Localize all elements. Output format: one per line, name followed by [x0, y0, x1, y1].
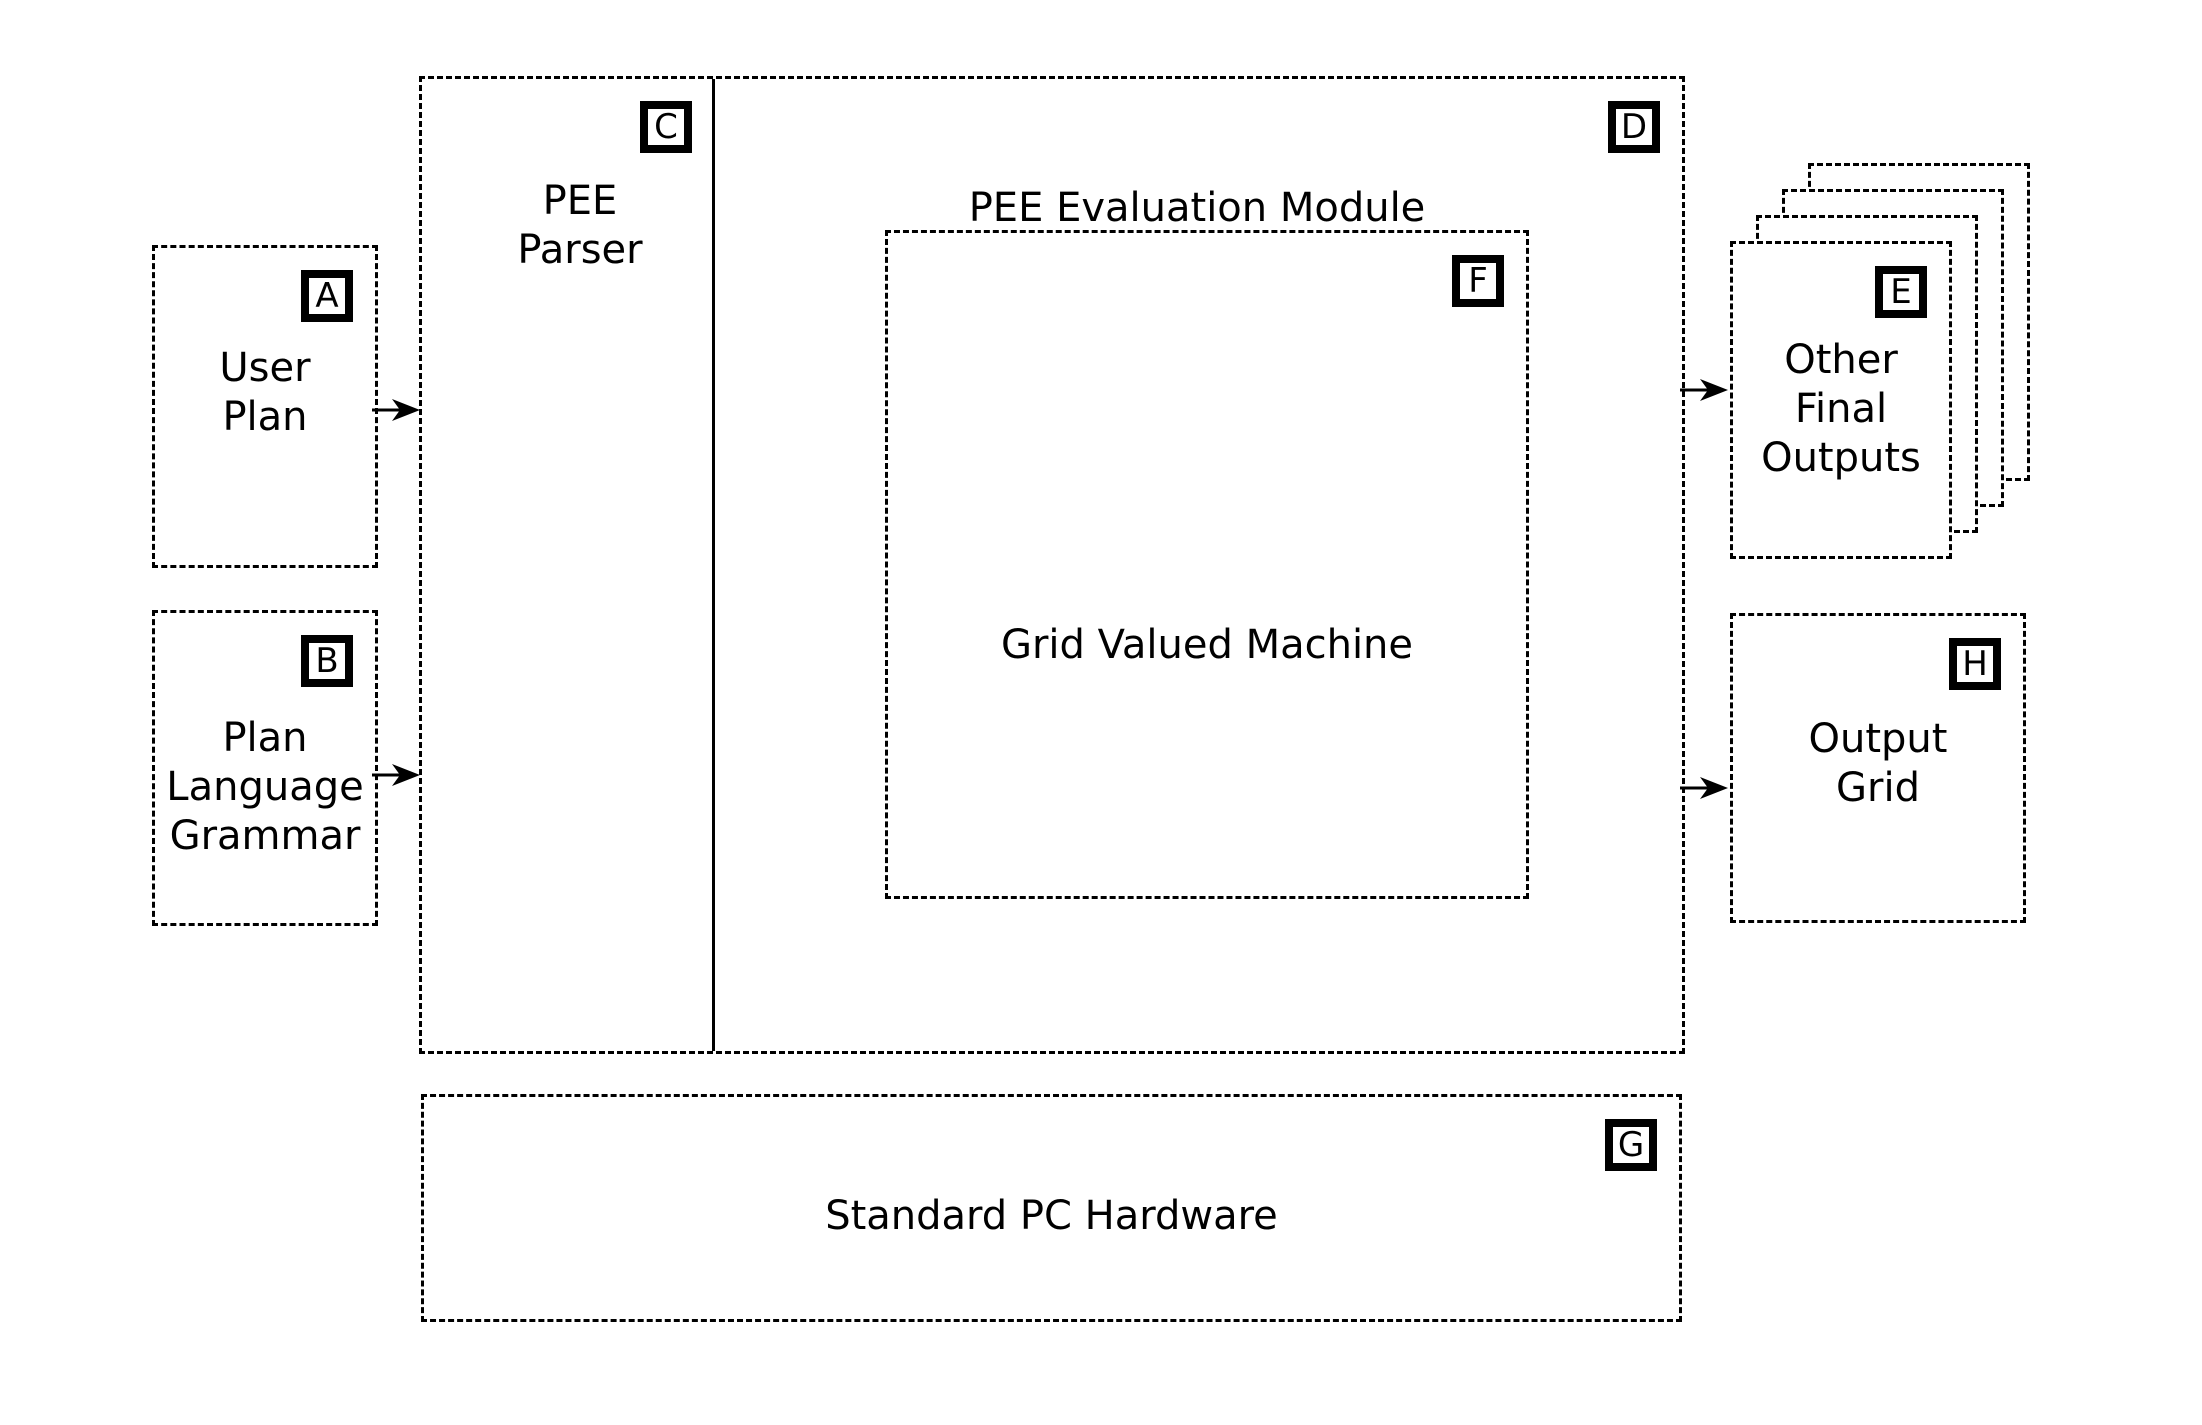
stack-sheet-front[interactable]: E Other Final Outputs [1730, 241, 1952, 559]
block-plan-language-grammar[interactable]: B Plan Language Grammar [152, 610, 378, 926]
block-other-final-outputs[interactable]: E Other Final Outputs [1730, 163, 2030, 581]
block-tag-h: H [1949, 638, 2001, 690]
block-grid-valued-machine[interactable]: F Grid Valued Machine [885, 230, 1529, 899]
block-label-user-plan: User Plan [219, 345, 311, 440]
block-output-grid[interactable]: H Output Grid [1730, 613, 2026, 923]
block-label-output-grid: Output Grid [1808, 716, 1948, 811]
block-tag-c: C [640, 101, 692, 153]
block-tag-b: B [301, 635, 353, 687]
block-label-standard-pc-hardware: Standard PC Hardware [825, 1193, 1278, 1239]
block-tag-d: D [1608, 101, 1660, 153]
block-tag-a: A [301, 270, 353, 322]
block-label-pee-evaluation-module: PEE Evaluation Module [968, 185, 1426, 231]
block-tag-g: G [1605, 1119, 1657, 1171]
arrow-module-to-output-grid [1680, 777, 1728, 799]
diagram-canvas: A User Plan B Plan Language Grammar PEE … [0, 0, 2202, 1425]
block-tag-e: E [1875, 266, 1927, 318]
arrow-grammar-to-parser [372, 764, 420, 786]
block-label-other-final-outputs: Other Final Outputs [1761, 337, 1921, 481]
block-label-pee-parser: PEE Parser [517, 178, 643, 273]
arrow-module-to-other-outputs [1680, 379, 1728, 401]
block-user-plan[interactable]: A User Plan [152, 245, 378, 568]
block-label-plan-language-grammar: Plan Language Grammar [166, 715, 364, 859]
block-standard-pc-hardware[interactable]: G Standard PC Hardware [421, 1094, 1682, 1322]
block-tag-f: F [1452, 255, 1504, 307]
block-label-grid-valued-machine: Grid Valued Machine [1000, 622, 1414, 668]
arrow-user-plan-to-parser [372, 399, 420, 421]
